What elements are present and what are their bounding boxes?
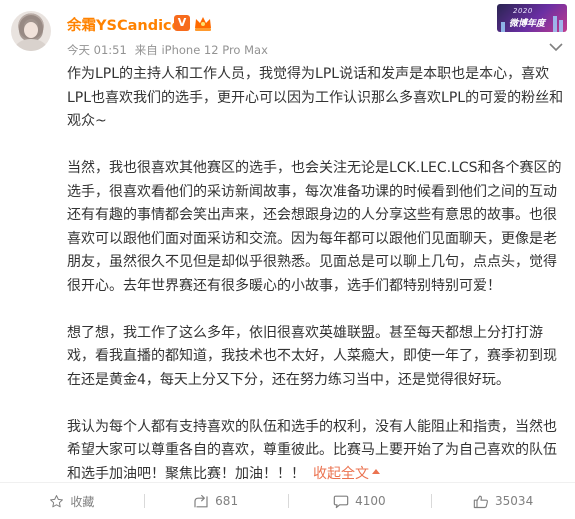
post-paragraph-last: 我认为每个人都有支持喜欢的队伍和选手的权利，没有人能阻止和指责，当然也希望大家可…	[67, 416, 564, 487]
decor-bar	[553, 16, 557, 32]
post-time[interactable]: 今天 01:51	[67, 43, 127, 57]
post-content: 作为LPL的主持人和工作人员，我觉得为LPL说话和发声是本职也是本心，喜欢LPL…	[67, 63, 564, 486]
thumbs-up-icon	[473, 495, 488, 508]
comment-button[interactable]: 4100	[287, 483, 432, 519]
post-paragraph: 想了想，我工作了这么多年，依旧很喜欢英雄联盟。甚至每天都想上分打打游戏，看我直播…	[67, 324, 557, 388]
like-button[interactable]: 35034	[431, 483, 575, 519]
post-paragraph: 当然，我也很喜欢其他赛区的选手，也会关注无论是LCK.LEC.LCS和各个赛区的…	[67, 160, 562, 294]
star-icon	[50, 494, 64, 507]
comment-icon	[333, 495, 349, 508]
member-crown-icon[interactable]	[193, 14, 213, 32]
post-meta: 今天 01:51 来自 iPhone 12 Pro Max	[67, 42, 268, 58]
username[interactable]: 余霜YSCandice	[67, 14, 181, 35]
decor-bar	[559, 20, 563, 32]
decor-title: 微博年度	[509, 19, 546, 29]
post-paragraph-text: 我认为每个人都有支持喜欢的队伍和选手的权利，没有人能阻止和指责，当然也希望大家可…	[67, 418, 557, 482]
post-paragraph: 作为LPL的主持人和工作人员，我觉得为LPL说话和发声是本职也是本心，喜欢LPL…	[67, 66, 564, 129]
post-source[interactable]: 来自 iPhone 12 Pro Max	[135, 43, 268, 57]
verified-badge[interactable]: V	[174, 15, 190, 31]
comment-count: 4100	[355, 494, 386, 508]
share-icon	[194, 494, 208, 507]
avatar-body	[15, 39, 47, 51]
repost-button[interactable]: 681	[143, 483, 288, 519]
collapse-label: 收起全文	[313, 465, 369, 482]
action-bar: 收藏 681 4100 35034	[0, 483, 575, 519]
weibo-post-card: 余霜YSCandice V 今天 01:51 来自 iPhone 12 Pro M…	[0, 0, 575, 519]
avatar[interactable]	[11, 11, 51, 51]
favorite-button[interactable]: 收藏	[0, 483, 144, 519]
favorite-label: 收藏	[70, 494, 95, 509]
repost-count: 681	[215, 494, 239, 508]
decor-card-badge[interactable]: 2020 微博年度	[497, 4, 567, 32]
chevron-down-icon[interactable]	[549, 42, 563, 52]
chevron-up-icon	[372, 469, 380, 474]
collapse-button[interactable]: 收起全文	[313, 466, 380, 482]
decor-bar	[501, 22, 505, 32]
decor-year: 2020	[513, 7, 533, 15]
like-count: 35034	[495, 494, 534, 508]
avatar-face	[24, 22, 38, 38]
